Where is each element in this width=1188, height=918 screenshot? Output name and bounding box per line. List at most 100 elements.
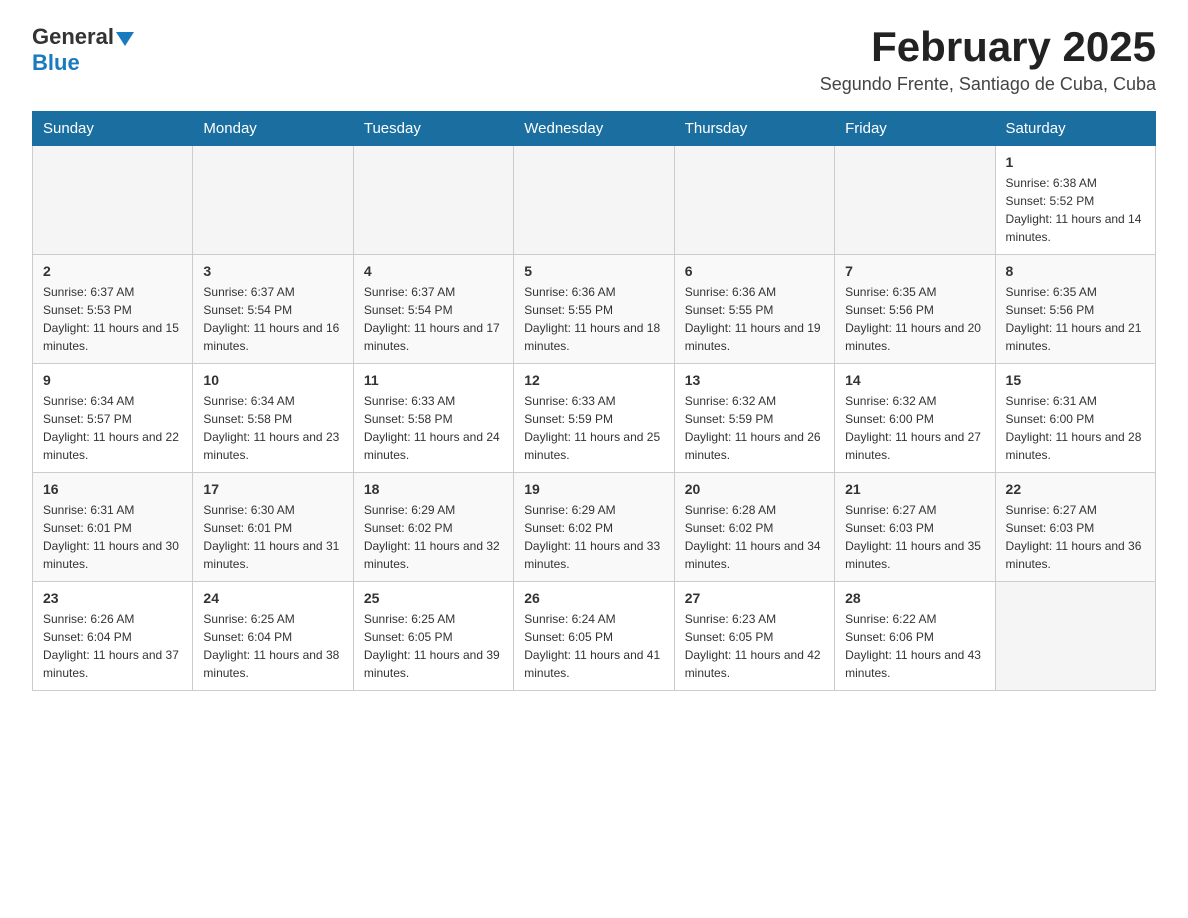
- day-number: 27: [685, 590, 824, 606]
- day-info: Sunrise: 6:23 AMSunset: 6:05 PMDaylight:…: [685, 610, 824, 682]
- day-info: Sunrise: 6:33 AMSunset: 5:58 PMDaylight:…: [364, 392, 503, 464]
- calendar-header: SundayMondayTuesdayWednesdayThursdayFrid…: [33, 112, 1156, 146]
- day-info: Sunrise: 6:37 AMSunset: 5:54 PMDaylight:…: [364, 283, 503, 355]
- calendar-cell: [33, 146, 193, 255]
- calendar-cell: 28 Sunrise: 6:22 AMSunset: 6:06 PMDayligh…: [835, 582, 995, 691]
- calendar-table: SundayMondayTuesdayWednesdayThursdayFrid…: [32, 111, 1156, 691]
- day-of-week-header: Friday: [835, 112, 995, 146]
- day-of-week-header: Thursday: [674, 112, 834, 146]
- month-title: February 2025: [820, 24, 1156, 70]
- day-info: Sunrise: 6:31 AMSunset: 6:01 PMDaylight:…: [43, 501, 182, 573]
- day-number: 3: [203, 263, 342, 279]
- calendar-cell: 18Sunrise: 6:29 AMSunset: 6:02 PMDayligh…: [353, 473, 513, 582]
- calendar-cell: 8 Sunrise: 6:35 AMSunset: 5:56 PMDaylight…: [995, 255, 1155, 364]
- day-number: 10: [203, 372, 342, 388]
- day-info: Sunrise: 6:32 AMSunset: 6:00 PMDaylight:…: [845, 392, 984, 464]
- calendar-cell: 6 Sunrise: 6:36 AMSunset: 5:55 PMDaylight…: [674, 255, 834, 364]
- day-number: 9: [43, 372, 182, 388]
- day-number: 13: [685, 372, 824, 388]
- day-info: Sunrise: 6:37 AMSunset: 5:54 PMDaylight:…: [203, 283, 342, 355]
- day-number: 12: [524, 372, 663, 388]
- calendar-cell: 3 Sunrise: 6:37 AMSunset: 5:54 PMDaylight…: [193, 255, 353, 364]
- calendar-cell: 1 Sunrise: 6:38 AMSunset: 5:52 PMDaylight…: [995, 146, 1155, 255]
- day-number: 18: [364, 481, 503, 497]
- calendar-cell: 2Sunrise: 6:37 AMSunset: 5:53 PMDaylight…: [33, 255, 193, 364]
- calendar-cell: [995, 582, 1155, 691]
- day-number: 7: [845, 263, 984, 279]
- day-number: 4: [364, 263, 503, 279]
- calendar-cell: 21Sunrise: 6:27 AMSunset: 6:03 PMDayligh…: [835, 473, 995, 582]
- day-number: 22: [1006, 481, 1145, 497]
- day-info: Sunrise: 6:38 AMSunset: 5:52 PMDaylight:…: [1006, 174, 1145, 246]
- day-number: 17: [203, 481, 342, 497]
- calendar-cell: 27 Sunrise: 6:23 AMSunset: 6:05 PMDayligh…: [674, 582, 834, 691]
- day-number: 25: [364, 590, 503, 606]
- day-info: Sunrise: 6:36 AMSunset: 5:55 PMDaylight:…: [685, 283, 824, 355]
- calendar-cell: 11 Sunrise: 6:33 AMSunset: 5:58 PMDayligh…: [353, 364, 513, 473]
- day-number: 19: [524, 481, 663, 497]
- calendar-cell: 25 Sunrise: 6:25 AMSunset: 6:05 PMDayligh…: [353, 582, 513, 691]
- day-info: Sunrise: 6:26 AMSunset: 6:04 PMDaylight:…: [43, 610, 182, 682]
- day-number: 16: [43, 481, 182, 497]
- calendar-cell: 22 Sunrise: 6:27 AMSunset: 6:03 PMDayligh…: [995, 473, 1155, 582]
- calendar-cell: 17Sunrise: 6:30 AMSunset: 6:01 PMDayligh…: [193, 473, 353, 582]
- day-number: 6: [685, 263, 824, 279]
- day-number: 20: [685, 481, 824, 497]
- day-info: Sunrise: 6:25 AMSunset: 6:04 PMDaylight:…: [203, 610, 342, 682]
- calendar-cell: 15 Sunrise: 6:31 AMSunset: 6:00 PMDayligh…: [995, 364, 1155, 473]
- day-number: 15: [1006, 372, 1145, 388]
- day-info: Sunrise: 6:27 AMSunset: 6:03 PMDaylight:…: [1006, 501, 1145, 573]
- calendar-cell: [193, 146, 353, 255]
- calendar-cell: [835, 146, 995, 255]
- calendar-cell: 9 Sunrise: 6:34 AMSunset: 5:57 PMDaylight…: [33, 364, 193, 473]
- calendar-cell: 10 Sunrise: 6:34 AMSunset: 5:58 PMDayligh…: [193, 364, 353, 473]
- day-info: Sunrise: 6:22 AMSunset: 6:06 PMDaylight:…: [845, 610, 984, 682]
- day-of-week-header: Wednesday: [514, 112, 674, 146]
- day-number: 14: [845, 372, 984, 388]
- logo-general-text: General: [32, 24, 114, 50]
- day-of-week-header: Saturday: [995, 112, 1155, 146]
- calendar-cell: 4 Sunrise: 6:37 AMSunset: 5:54 PMDaylight…: [353, 255, 513, 364]
- calendar-cell: [353, 146, 513, 255]
- day-info: Sunrise: 6:24 AMSunset: 6:05 PMDaylight:…: [524, 610, 663, 682]
- day-info: Sunrise: 6:25 AMSunset: 6:05 PMDaylight:…: [364, 610, 503, 682]
- calendar-cell: 14 Sunrise: 6:32 AMSunset: 6:00 PMDayligh…: [835, 364, 995, 473]
- logo: General Blue: [32, 24, 134, 76]
- calendar-cell: 26 Sunrise: 6:24 AMSunset: 6:05 PMDayligh…: [514, 582, 674, 691]
- title-block: February 2025 Segundo Frente, Santiago d…: [820, 24, 1156, 95]
- day-number: 11: [364, 372, 503, 388]
- calendar-week-row: 2Sunrise: 6:37 AMSunset: 5:53 PMDaylight…: [33, 255, 1156, 364]
- day-number: 26: [524, 590, 663, 606]
- day-number: 21: [845, 481, 984, 497]
- day-info: Sunrise: 6:29 AMSunset: 6:02 PMDaylight:…: [524, 501, 663, 573]
- day-number: 24: [203, 590, 342, 606]
- logo-arrow-icon: [116, 32, 134, 46]
- calendar-cell: 12 Sunrise: 6:33 AMSunset: 5:59 PMDayligh…: [514, 364, 674, 473]
- day-of-week-header: Tuesday: [353, 112, 513, 146]
- calendar-cell: 13Sunrise: 6:32 AMSunset: 5:59 PMDayligh…: [674, 364, 834, 473]
- calendar-cell: 20Sunrise: 6:28 AMSunset: 6:02 PMDayligh…: [674, 473, 834, 582]
- calendar-cell: [674, 146, 834, 255]
- calendar-cell: 7Sunrise: 6:35 AMSunset: 5:56 PMDaylight…: [835, 255, 995, 364]
- day-number: 28: [845, 590, 984, 606]
- calendar-cell: 16 Sunrise: 6:31 AMSunset: 6:01 PMDayligh…: [33, 473, 193, 582]
- day-number: 23: [43, 590, 182, 606]
- day-number: 1: [1006, 154, 1145, 170]
- day-info: Sunrise: 6:31 AMSunset: 6:00 PMDaylight:…: [1006, 392, 1145, 464]
- day-number: 5: [524, 263, 663, 279]
- day-info: Sunrise: 6:33 AMSunset: 5:59 PMDaylight:…: [524, 392, 663, 464]
- calendar-week-row: 1 Sunrise: 6:38 AMSunset: 5:52 PMDaylight…: [33, 146, 1156, 255]
- calendar-cell: 19 Sunrise: 6:29 AMSunset: 6:02 PMDayligh…: [514, 473, 674, 582]
- day-info: Sunrise: 6:34 AMSunset: 5:58 PMDaylight:…: [203, 392, 342, 464]
- calendar-week-row: 16 Sunrise: 6:31 AMSunset: 6:01 PMDayligh…: [33, 473, 1156, 582]
- location-subtitle: Segundo Frente, Santiago de Cuba, Cuba: [820, 74, 1156, 95]
- day-info: Sunrise: 6:35 AMSunset: 5:56 PMDaylight:…: [1006, 283, 1145, 355]
- calendar-cell: [514, 146, 674, 255]
- day-number: 8: [1006, 263, 1145, 279]
- calendar-cell: 23 Sunrise: 6:26 AMSunset: 6:04 PMDayligh…: [33, 582, 193, 691]
- page-header: General Blue February 2025 Segundo Frent…: [32, 24, 1156, 95]
- day-info: Sunrise: 6:37 AMSunset: 5:53 PMDaylight:…: [43, 283, 182, 355]
- day-info: Sunrise: 6:34 AMSunset: 5:57 PMDaylight:…: [43, 392, 182, 464]
- logo-blue-text: Blue: [32, 50, 80, 76]
- calendar-cell: 24 Sunrise: 6:25 AMSunset: 6:04 PMDayligh…: [193, 582, 353, 691]
